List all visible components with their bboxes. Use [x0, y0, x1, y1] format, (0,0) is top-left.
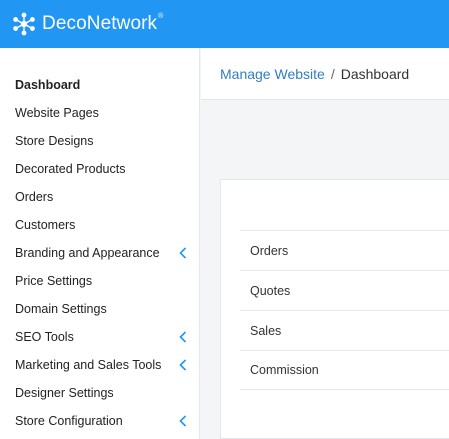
sidebar-item-label: Marketing and Sales Tools: [15, 358, 162, 372]
sidebar-item-store-designs[interactable]: Store Designs: [0, 127, 199, 155]
sidebar-item-label: Dashboard: [15, 78, 81, 92]
sidebar-item-label: Domain Settings: [15, 302, 107, 316]
sidebar-item-label: Price Settings: [15, 274, 93, 288]
breadcrumb-current: Dashboard: [340, 65, 410, 82]
summary-row-sales[interactable]: Sales: [240, 310, 449, 350]
sidebar-nav: Dashboard Website Pages Store Designs Decor…: [0, 48, 200, 439]
sidebar-item-label: Orders: [15, 190, 54, 204]
sidebar-item-designer-settings[interactable]: Designer Settings: [0, 379, 199, 407]
summary-row-commission[interactable]: Commission: [240, 350, 449, 390]
deconetwork-logo-icon: [12, 12, 36, 36]
sidebar-item-branding-and-appearance[interactable]: Branding and Appearance: [0, 239, 199, 267]
summary-row-quotes[interactable]: Quotes: [240, 270, 449, 310]
sidebar-item-store-configuration[interactable]: Store Configuration: [0, 407, 199, 435]
sidebar-item-orders[interactable]: Orders: [0, 183, 199, 211]
chevron-left-icon[interactable]: [179, 247, 187, 259]
top-header-bar: DecoNetwork®: [0, 0, 449, 48]
brand-logo[interactable]: DecoNetwork®: [12, 12, 163, 36]
brand-name: DecoNetwork®: [42, 13, 164, 34]
sidebar-item-label: Customers: [15, 218, 76, 232]
dashboard-summary-list: Orders Quotes Sales Commission: [240, 230, 449, 390]
sidebar-item-dashboard[interactable]: Dashboard: [0, 71, 199, 99]
sidebar-item-website-pages[interactable]: Website Pages: [0, 99, 199, 127]
sidebar-item-marketing-and-sales-tools[interactable]: Marketing and Sales Tools: [0, 351, 199, 379]
sidebar-item-price-settings[interactable]: Price Settings: [0, 267, 199, 295]
chevron-left-icon[interactable]: [179, 359, 187, 371]
dashboard-panel: Orders Quotes Sales Commission: [220, 179, 449, 439]
chevron-left-icon[interactable]: [179, 415, 187, 427]
sidebar-item-customers[interactable]: Customers: [0, 211, 199, 239]
sidebar-item-label: Store Configuration: [15, 414, 123, 428]
sidebar-item-label: Store Designs: [15, 134, 94, 148]
sidebar-item-domain-settings[interactable]: Domain Settings: [0, 295, 199, 323]
sidebar-item-seo-tools[interactable]: SEO Tools: [0, 323, 199, 351]
sidebar-item-label: Website Pages: [15, 106, 99, 120]
sidebar-item-label: SEO Tools: [15, 330, 74, 344]
breadcrumb-separator: /: [330, 65, 335, 82]
summary-row-orders[interactable]: Orders: [240, 230, 449, 270]
breadcrumb-manage-website-link[interactable]: Manage Website: [220, 66, 325, 82]
registered-mark: ®: [158, 13, 164, 20]
sidebar-item-label: Branding and Appearance: [15, 246, 160, 260]
breadcrumb: Manage Website / Dashboard: [201, 48, 449, 100]
chevron-left-icon[interactable]: [179, 331, 187, 343]
sidebar-item-label: Designer Settings: [15, 386, 114, 400]
sidebar-item-label: Decorated Products: [15, 162, 126, 176]
sidebar-item-decorated-products[interactable]: Decorated Products: [0, 155, 199, 183]
